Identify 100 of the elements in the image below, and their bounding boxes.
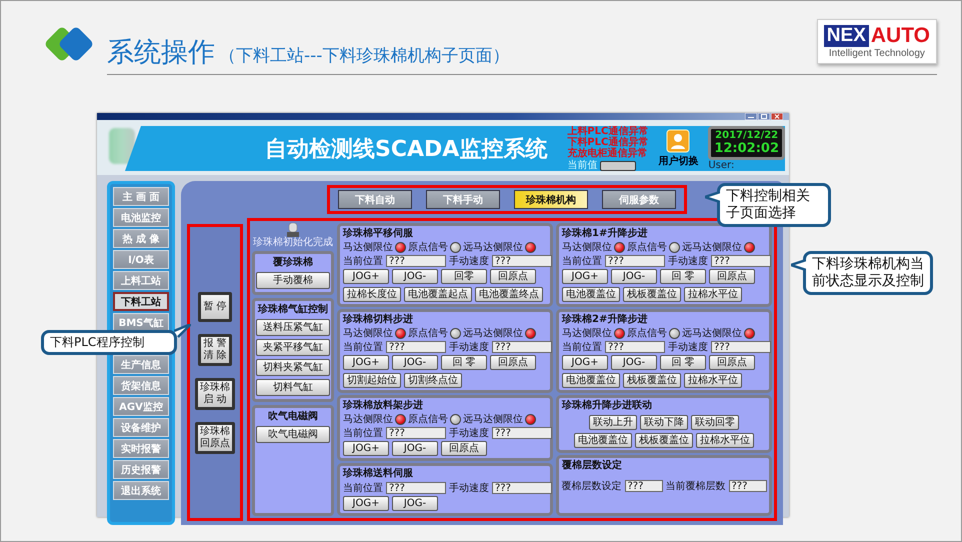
alarm-text: 充放电柜通信异常	[567, 148, 648, 159]
user-switch-label[interactable]: 用户切换	[658, 154, 698, 168]
control-button[interactable]: 切割起始位	[343, 373, 401, 388]
value-field[interactable]: ???	[728, 480, 766, 492]
control-button[interactable]: 电池覆盖位	[562, 287, 620, 302]
nav-button[interactable]: 下料工站	[113, 292, 169, 311]
control-button[interactable]: 电池覆盖终点	[475, 287, 543, 302]
control-button[interactable]: 手动覆棉	[256, 272, 330, 289]
value-field[interactable]: ???	[492, 255, 552, 267]
control-button[interactable]: 夹紧平移气缸	[256, 339, 330, 356]
control-button[interactable]: 电池覆盖位	[574, 433, 632, 448]
control-button[interactable]: 回零	[441, 269, 487, 284]
value-field[interactable]: ???	[605, 255, 665, 267]
control-button[interactable]: 栈板覆盖位	[623, 287, 681, 302]
field-label: 当前覆棉层数	[666, 480, 726, 492]
field-label: 手动速度	[449, 256, 489, 266]
plc-button[interactable]: 珍珠棉 启 动	[195, 378, 235, 410]
lamp-label: 远马达侧限位	[682, 242, 742, 253]
value-field[interactable]: ???	[492, 341, 552, 353]
user-label: User:	[708, 160, 734, 171]
value-field[interactable]: ???	[386, 341, 446, 353]
control-button[interactable]: 切料夹紧气缸	[256, 359, 330, 376]
time-text: 12:02:02	[714, 142, 779, 156]
lamp-label: 马达侧限位	[343, 242, 393, 253]
control-button[interactable]: 吹气电磁阀	[256, 426, 330, 443]
panel-title: 珍珠棉平移伺服	[343, 228, 414, 240]
control-button[interactable]: 切料气缸	[256, 379, 330, 396]
control-button[interactable]: JOG-	[392, 496, 438, 511]
control-button[interactable]: JOG-	[392, 355, 438, 370]
lamp-label: 远马达侧限位	[463, 242, 523, 253]
control-button[interactable]: 联动上升	[589, 415, 637, 430]
value-field[interactable]: ???	[492, 427, 552, 439]
control-button[interactable]: 联动下降	[640, 415, 688, 430]
panel-title: 珍珠棉送料伺服	[343, 468, 414, 480]
alarm-text: 下料PLC通信异常	[567, 137, 648, 148]
lamp-label: 远马达侧限位	[682, 328, 742, 339]
control-button[interactable]: JOG+	[562, 269, 608, 284]
plc-button[interactable]: 报 警 清 除	[198, 334, 232, 366]
field-label: 手动速度	[449, 482, 489, 494]
control-button[interactable]: 栈板覆盖位	[623, 373, 681, 388]
control-button[interactable]: JOG+	[343, 441, 389, 456]
minimize-icon[interactable]	[745, 113, 757, 120]
cylinder-icon	[287, 223, 299, 237]
value-field[interactable]: ???	[386, 427, 446, 439]
lamp-label: 原点信号	[627, 242, 667, 253]
control-button[interactable]: 回原点	[709, 269, 755, 284]
field-label: 当前位置	[343, 342, 383, 352]
callout-bubble: 下料珍珠棉机构当前状态显示及控制	[803, 251, 933, 295]
control-button[interactable]: 拉棉水平位	[696, 433, 754, 448]
control-button[interactable]: 回原点	[490, 355, 536, 370]
field-label: 当前位置	[343, 482, 383, 494]
close-icon[interactable]	[771, 113, 783, 120]
control-button[interactable]: JOG+	[562, 355, 608, 370]
control-button[interactable]: 回 零	[660, 269, 706, 284]
value-field[interactable]: ???	[492, 482, 552, 494]
control-button[interactable]: 回原点	[709, 355, 755, 370]
control-button[interactable]: JOG-	[611, 355, 657, 370]
maximize-icon[interactable]	[758, 113, 770, 120]
control-button[interactable]: 拉棉长度位	[343, 287, 401, 302]
value-field[interactable]: ???	[605, 341, 665, 353]
control-button[interactable]: JOG+	[343, 269, 389, 284]
plc-button[interactable]: 暂 停	[198, 292, 232, 322]
control-button[interactable]: 栈板覆盖位	[635, 433, 693, 448]
plc-button[interactable]: 珍珠棉 回原点	[195, 422, 235, 454]
value-field[interactable]: ???	[386, 482, 446, 494]
callout-bubble: 下料控制相关子页面选择	[717, 183, 831, 227]
logo-mark: NEX	[824, 25, 869, 47]
value-field[interactable]: ???	[624, 480, 662, 492]
control-button[interactable]: 电池覆盖位	[562, 373, 620, 388]
panel-title: 珍珠棉气缸控制	[258, 304, 328, 316]
value-field[interactable]: ???	[711, 341, 771, 353]
control-button[interactable]: JOG+	[343, 496, 389, 511]
control-button[interactable]: 回 零	[441, 355, 487, 370]
panel-title: 吹气电磁阀	[268, 411, 318, 423]
control-button[interactable]: 送料压紧气缸	[256, 319, 330, 336]
control-button[interactable]: JOG-	[611, 269, 657, 284]
value-field[interactable]: ???	[711, 255, 771, 267]
lamp-label: 马达侧限位	[562, 328, 612, 339]
lamp-label: 马达侧限位	[343, 414, 393, 425]
control-button[interactable]: 联动回零	[691, 415, 739, 430]
control-button[interactable]: 拉棉水平位	[684, 287, 742, 302]
control-button[interactable]: 拉棉水平位	[684, 373, 742, 388]
logo-tagline: Intelligent Technology	[828, 48, 925, 59]
control-button[interactable]: JOG-	[392, 441, 438, 456]
page-title: 系统操作	[107, 36, 215, 70]
callout-pointer	[174, 324, 191, 338]
tab[interactable]: 珍珠棉机构	[514, 190, 588, 209]
control-button[interactable]: 电池覆盖起点	[404, 287, 472, 302]
control-button[interactable]: JOG+	[343, 355, 389, 370]
control-button[interactable]: 回 零	[660, 355, 706, 370]
field-label: 当前位置	[562, 256, 602, 266]
control-button[interactable]: JOG-	[392, 269, 438, 284]
value-field[interactable]: ???	[386, 255, 446, 267]
control-button[interactable]: 回原点	[441, 441, 487, 456]
user-icon[interactable]	[666, 129, 690, 153]
control-button[interactable]: 切割终点位	[404, 373, 462, 388]
lamp-label: 马达侧限位	[562, 242, 612, 253]
callout-pointer	[705, 191, 720, 203]
field-label: 手动速度	[449, 428, 489, 438]
control-button[interactable]: 回原点	[490, 269, 536, 284]
